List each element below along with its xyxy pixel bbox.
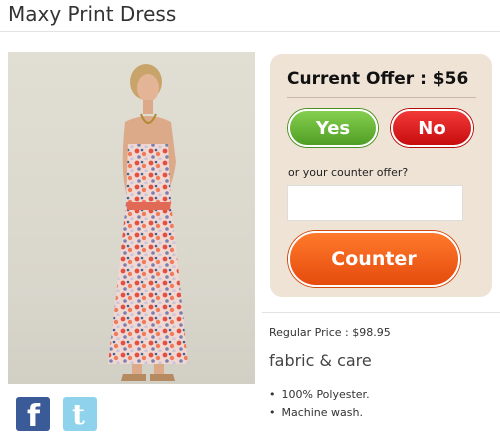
counter-offer-input[interactable]: [287, 185, 463, 221]
title-divider: [0, 31, 500, 32]
accept-offer-button[interactable]: Yes: [288, 109, 378, 147]
offer-divider: [287, 97, 476, 98]
facebook-icon: f: [27, 399, 41, 434]
care-item: 100% Polyester.: [269, 386, 370, 404]
model-figure: [108, 64, 188, 381]
info-divider: [262, 312, 500, 313]
decline-offer-button[interactable]: No: [391, 109, 473, 147]
submit-counter-button[interactable]: Counter: [288, 231, 460, 287]
product-image[interactable]: [8, 52, 255, 384]
twitter-share-button[interactable]: t: [63, 397, 97, 431]
fabric-care-heading: fabric & care: [269, 351, 372, 370]
care-list: 100% Polyester. Machine wash.: [269, 386, 370, 422]
offer-panel: Current Offer : $56 Yes No or your count…: [270, 54, 492, 297]
regular-price: Regular Price : $98.95: [269, 326, 391, 339]
counter-offer-prompt: or your counter offer?: [288, 166, 409, 179]
product-title: Maxy Print Dress: [8, 2, 177, 26]
current-offer-label: Current Offer : $56: [287, 69, 469, 89]
care-item: Machine wash.: [269, 404, 370, 422]
facebook-share-button[interactable]: f: [16, 397, 50, 434]
twitter-icon: t: [72, 398, 85, 431]
